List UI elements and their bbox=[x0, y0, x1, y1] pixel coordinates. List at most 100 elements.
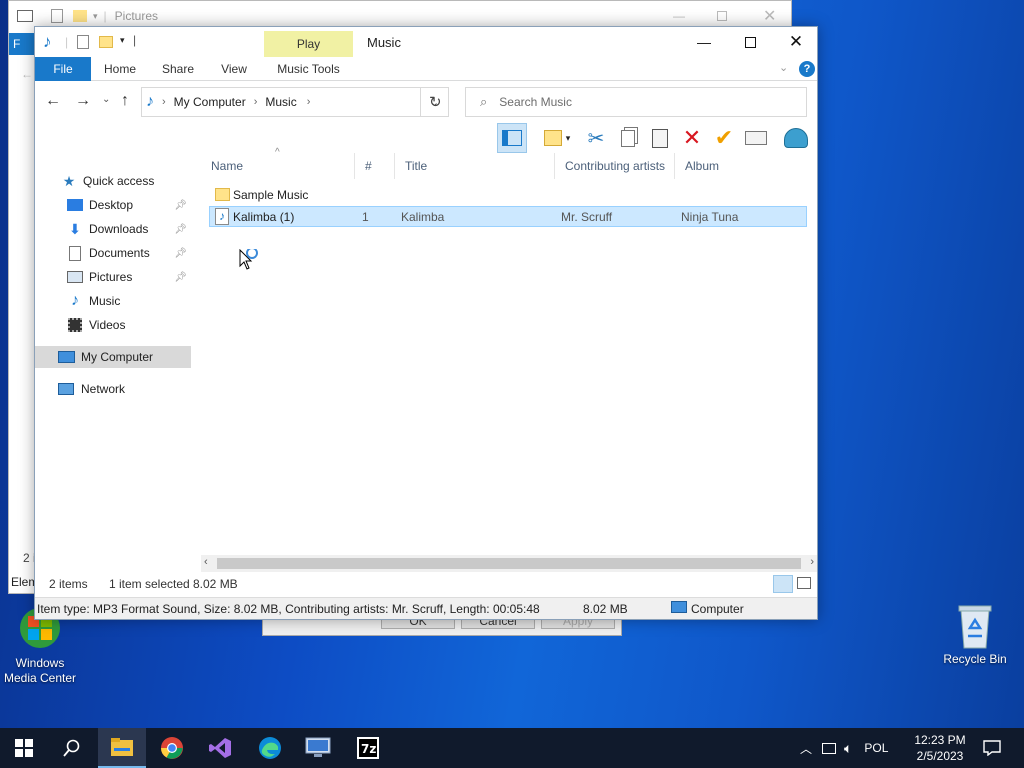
list-item[interactable]: Sample Music bbox=[209, 185, 807, 206]
quick-access-dropdown-icon[interactable]: ▾ bbox=[120, 35, 125, 46]
nav-label: Quick access bbox=[83, 174, 155, 188]
taskbar-file-explorer[interactable] bbox=[98, 728, 146, 768]
tab-view[interactable]: View bbox=[211, 57, 257, 81]
star-icon: ★ bbox=[62, 172, 76, 189]
nav-item-pictures[interactable]: Pictures 📌︎ bbox=[35, 266, 191, 288]
copy-button[interactable] bbox=[613, 123, 643, 153]
taskbar-chrome[interactable] bbox=[148, 728, 196, 768]
taskbar-edge[interactable] bbox=[246, 728, 294, 768]
chrome-icon bbox=[161, 737, 183, 759]
folder-icon bbox=[215, 188, 230, 201]
pin-icon[interactable]: 📌︎ bbox=[174, 248, 187, 259]
background-back-arrow-icon: ← bbox=[21, 67, 33, 81]
nav-item-music[interactable]: ♪ Music bbox=[35, 290, 191, 312]
properties-icon[interactable] bbox=[77, 35, 89, 49]
expand-ribbon-icon[interactable]: ⌄ bbox=[779, 61, 788, 74]
column-header-title[interactable]: Title bbox=[395, 153, 555, 179]
nav-item-downloads[interactable]: ⬇ Downloads 📌︎ bbox=[35, 218, 191, 240]
up-arrow-icon[interactable]: ↑ bbox=[121, 92, 129, 110]
show-hidden-icons-icon[interactable]: ︿ bbox=[800, 740, 812, 757]
close-icon[interactable]: ✕ bbox=[763, 6, 776, 26]
scroll-right-icon[interactable]: › bbox=[810, 556, 814, 568]
search-box[interactable]: ⌕ Search Music bbox=[465, 87, 807, 117]
tab-home[interactable]: Home bbox=[97, 57, 143, 81]
pin-icon[interactable]: 📌︎ bbox=[174, 272, 187, 283]
back-arrow-icon[interactable]: ← bbox=[45, 92, 61, 110]
breadcrumb-music[interactable]: Music bbox=[265, 95, 296, 109]
minimize-button[interactable]: — bbox=[681, 27, 727, 57]
delete-button[interactable]: ✕ bbox=[677, 123, 707, 153]
maximize-icon[interactable] bbox=[717, 11, 727, 21]
shell-button[interactable] bbox=[781, 123, 811, 153]
nav-item-documents[interactable]: Documents 📌︎ bbox=[35, 242, 191, 264]
pictures-icon bbox=[67, 269, 83, 285]
pin-icon[interactable]: 📌︎ bbox=[174, 224, 187, 235]
tab-file[interactable]: File bbox=[35, 57, 91, 81]
taskbar-remote-desktop[interactable] bbox=[294, 728, 342, 768]
paste-button[interactable] bbox=[645, 123, 675, 153]
organize-button[interactable]: ▾ bbox=[535, 123, 579, 153]
clock[interactable]: 12:23 PM 2/5/2023 bbox=[908, 732, 972, 764]
column-header-name[interactable]: Name bbox=[201, 153, 355, 179]
context-tab-group-play: Play bbox=[264, 31, 353, 57]
organize-icon bbox=[543, 130, 562, 146]
column-header-artists[interactable]: Contributing artists bbox=[555, 153, 675, 179]
checkmark-icon: ✔ bbox=[714, 125, 734, 150]
column-header-album[interactable]: Album bbox=[675, 153, 809, 179]
search-button[interactable] bbox=[48, 728, 96, 768]
help-icon[interactable]: ? bbox=[799, 61, 815, 77]
titlebar[interactable]: ♪ | ▾ | Play Music — ✕ bbox=[35, 27, 817, 57]
volume-icon[interactable]: 🔈︎ bbox=[844, 740, 852, 757]
close-button[interactable]: ✕ bbox=[773, 27, 819, 57]
nav-my-computer[interactable]: My Computer bbox=[35, 346, 191, 368]
nav-quick-access[interactable]: ★ Quick access bbox=[35, 170, 191, 192]
properties-button[interactable] bbox=[741, 123, 771, 153]
preview-pane-icon bbox=[502, 130, 522, 146]
input-language[interactable]: POL bbox=[864, 741, 888, 755]
forward-arrow-icon[interactable]: → bbox=[75, 92, 91, 110]
taskbar-7zip[interactable]: 7z bbox=[344, 728, 392, 768]
large-icons-view-button[interactable] bbox=[797, 577, 811, 589]
system-tray: ︿ 🔈︎ POL bbox=[800, 728, 888, 768]
nav-network[interactable]: Network bbox=[35, 378, 191, 400]
scrollbar-thumb[interactable] bbox=[217, 558, 801, 569]
network-icon[interactable] bbox=[822, 742, 837, 754]
taskbar-visual-studio[interactable] bbox=[196, 728, 244, 768]
nav-label: Music bbox=[89, 294, 121, 308]
address-bar[interactable]: ♪ › My Computer › Music › bbox=[141, 87, 421, 117]
background-file-tab[interactable]: F bbox=[9, 33, 35, 55]
rename-button[interactable]: ✔ bbox=[709, 123, 739, 153]
search-icon bbox=[63, 739, 80, 757]
nav-item-desktop[interactable]: Desktop 📌︎ bbox=[35, 194, 191, 216]
refresh-icon[interactable]: ↻ bbox=[429, 93, 442, 111]
action-center-button[interactable] bbox=[972, 728, 1012, 768]
nav-item-videos[interactable]: Videos bbox=[35, 314, 191, 336]
file-explorer-icon bbox=[111, 738, 133, 756]
tab-share[interactable]: Share bbox=[155, 57, 201, 81]
breadcrumb-my-computer[interactable]: My Computer bbox=[174, 95, 246, 109]
start-button[interactable] bbox=[0, 728, 48, 768]
tab-music-tools[interactable]: Music Tools bbox=[264, 57, 353, 81]
music-note-icon: ♪ bbox=[71, 292, 79, 309]
film-icon bbox=[67, 317, 83, 333]
explorer-window[interactable]: ♪ | ▾ | Play Music — ✕ File Home Share V… bbox=[34, 26, 818, 620]
horizontal-scrollbar[interactable]: ‹ › bbox=[201, 555, 817, 572]
pin-icon[interactable]: 📌︎ bbox=[174, 200, 187, 211]
maximize-button[interactable] bbox=[727, 27, 773, 57]
cut-button[interactable]: ✂ bbox=[581, 123, 611, 153]
contributing-artists: Mr. Scruff bbox=[561, 210, 613, 224]
minimize-icon[interactable]: — bbox=[673, 9, 685, 23]
details-view-button[interactable] bbox=[773, 575, 793, 593]
download-arrow-icon: ⬇ bbox=[69, 220, 81, 237]
file-list: ^ Name # Title Contributing artists Albu… bbox=[201, 147, 817, 581]
recent-locations-icon[interactable]: ⌄ bbox=[102, 94, 110, 105]
column-header-number[interactable]: # bbox=[355, 153, 395, 179]
minimize-icon: — bbox=[697, 34, 711, 50]
scroll-left-icon[interactable]: ‹ bbox=[204, 556, 208, 568]
new-folder-icon[interactable] bbox=[99, 36, 113, 48]
command-toolbar: ▾ ✂ ✕ ✔ bbox=[495, 123, 817, 153]
list-item[interactable]: ♪ Kalimba (1) 1 Kalimba Mr. Scruff Ninja… bbox=[209, 206, 807, 227]
desktop-icon-label: Recycle Bin bbox=[943, 652, 1007, 666]
preview-pane-button[interactable] bbox=[497, 123, 527, 153]
desktop-icon-recycle-bin[interactable]: Recycle Bin bbox=[935, 602, 1015, 667]
